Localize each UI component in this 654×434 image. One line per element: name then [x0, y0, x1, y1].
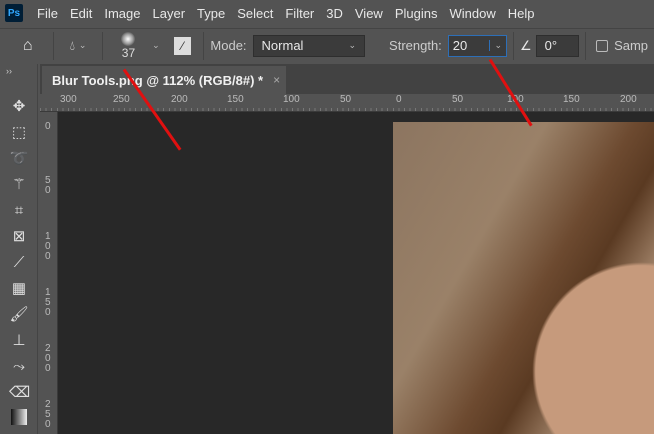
strength-input[interactable]: 20 ⌄ — [447, 34, 507, 57]
menu-file[interactable]: File — [31, 6, 64, 21]
menu-type[interactable]: Type — [191, 6, 231, 21]
chevron-down-icon: ⌄ — [348, 40, 357, 50]
mode-select[interactable]: Normal ⌄ — [252, 34, 366, 57]
expand-panel-button[interactable]: ›› — [6, 66, 12, 76]
menu-bar: Ps File Edit Image Layer Type Select Fil… — [0, 0, 654, 26]
divider — [585, 31, 587, 60]
healing-brush-tool-icon[interactable]: ▦ — [9, 279, 29, 299]
menu-view[interactable]: View — [349, 6, 389, 21]
ruler-label: 150 — [45, 287, 51, 318]
angle-input[interactable]: 0° — [535, 34, 580, 57]
ruler-label: 250 — [113, 94, 130, 105]
ruler-label: 200 — [620, 94, 637, 105]
divider — [203, 31, 205, 60]
gradient-tool-icon[interactable] — [11, 409, 27, 425]
menu-plugins[interactable]: Plugins — [389, 6, 444, 21]
close-tab-button[interactable]: × — [273, 73, 280, 87]
brush-settings-icon[interactable]: ⁄ — [173, 36, 192, 55]
eraser-tool-icon[interactable]: ⌫ — [9, 383, 30, 403]
document-tab[interactable]: Blur Tools.png @ 112% (RGB/8#) * × — [42, 66, 286, 94]
ruler-label: 50 — [340, 94, 352, 105]
tools-panel: ›› ✥ ⬚ ➰ ⚚ ⌗ ⊠ ⟋ ▦ 🖌︎ ⊥ ⤳ ⌫ — [0, 64, 38, 434]
ruler-label: 300 — [60, 94, 77, 105]
vertical-ruler: 0 50 100 150 200 250 — [40, 112, 58, 434]
sample-all-layers-checkbox[interactable] — [596, 39, 609, 52]
menu-help[interactable]: Help — [502, 6, 541, 21]
clone-stamp-tool-icon[interactable]: ⊥ — [9, 331, 29, 351]
ruler-label: 200 — [171, 94, 188, 105]
lasso-tool-icon[interactable]: ➰ — [9, 149, 29, 169]
ruler-label: 250 — [45, 399, 51, 430]
magic-wand-tool-icon[interactable]: ⚚ — [9, 175, 29, 195]
brush-tip-icon — [121, 31, 136, 46]
mode-value: Normal — [261, 38, 304, 53]
strength-label: Strength: — [389, 38, 442, 53]
angle-icon: ∠ — [519, 37, 532, 53]
water-drop-icon: 💧︎ — [69, 37, 75, 53]
angle-value: 0° — [544, 38, 558, 53]
photoshop-logo: Ps — [5, 4, 23, 22]
document-image[interactable] — [393, 122, 654, 434]
chevron-down-icon: ⌄ — [78, 40, 87, 50]
home-icon[interactable]: ⌂ — [8, 37, 47, 55]
options-bar: ⌂ 💧︎ ⌄ 37 ⌄ ⁄ Mode: Normal ⌄ Strength: 20 ⌄… — [0, 28, 654, 62]
divider — [101, 31, 103, 60]
brush-size: 37 — [121, 45, 136, 60]
ruler-label: 150 — [563, 94, 580, 105]
document-title: Blur Tools.png @ 112% (RGB/8#) * — [52, 72, 264, 88]
eyedropper-tool-icon[interactable]: ⟋ — [9, 253, 29, 273]
marquee-tool-icon[interactable]: ⬚ — [9, 123, 29, 143]
ruler-label: 50 — [452, 94, 464, 105]
menu-edit[interactable]: Edit — [64, 6, 98, 21]
ruler-label: 200 — [45, 343, 51, 374]
ruler-label: 50 — [45, 175, 51, 196]
ruler-label: 0 — [396, 94, 402, 105]
menu-3d[interactable]: 3D — [320, 6, 349, 21]
divider — [513, 31, 514, 60]
ruler-label: 100 — [45, 231, 51, 262]
history-brush-tool-icon[interactable]: ⤳ — [9, 357, 29, 377]
frame-tool-icon[interactable]: ⊠ — [9, 227, 29, 247]
menu-select[interactable]: Select — [231, 6, 279, 21]
blur-tool-preset-picker[interactable]: 💧︎ ⌄ — [60, 38, 95, 54]
horizontal-ruler: 300 250 200 150 100 50 0 50 100 150 200 — [40, 94, 654, 112]
divider — [53, 31, 55, 60]
chevron-down-icon[interactable]: ⌄ — [489, 40, 502, 51]
crop-tool-icon[interactable]: ⌗ — [9, 201, 29, 221]
move-tool-icon[interactable]: ✥ — [9, 97, 29, 117]
ruler-label: 0 — [45, 121, 51, 132]
menu-layer[interactable]: Layer — [147, 6, 192, 21]
brush-preset-picker[interactable]: 37 — [109, 31, 148, 60]
sample-all-layers-label: Samp — [614, 38, 649, 53]
ruler-label: 150 — [227, 94, 244, 105]
mode-label: Mode: — [210, 38, 247, 53]
strength-value: 20 — [452, 38, 468, 53]
menu-image[interactable]: Image — [98, 6, 146, 21]
chevron-down-icon[interactable]: ⌄ — [152, 40, 160, 51]
menu-window[interactable]: Window — [443, 6, 501, 21]
brush-tool-icon[interactable]: 🖌︎ — [9, 305, 29, 325]
ruler-label: 100 — [283, 94, 300, 105]
menu-filter[interactable]: Filter — [279, 6, 320, 21]
